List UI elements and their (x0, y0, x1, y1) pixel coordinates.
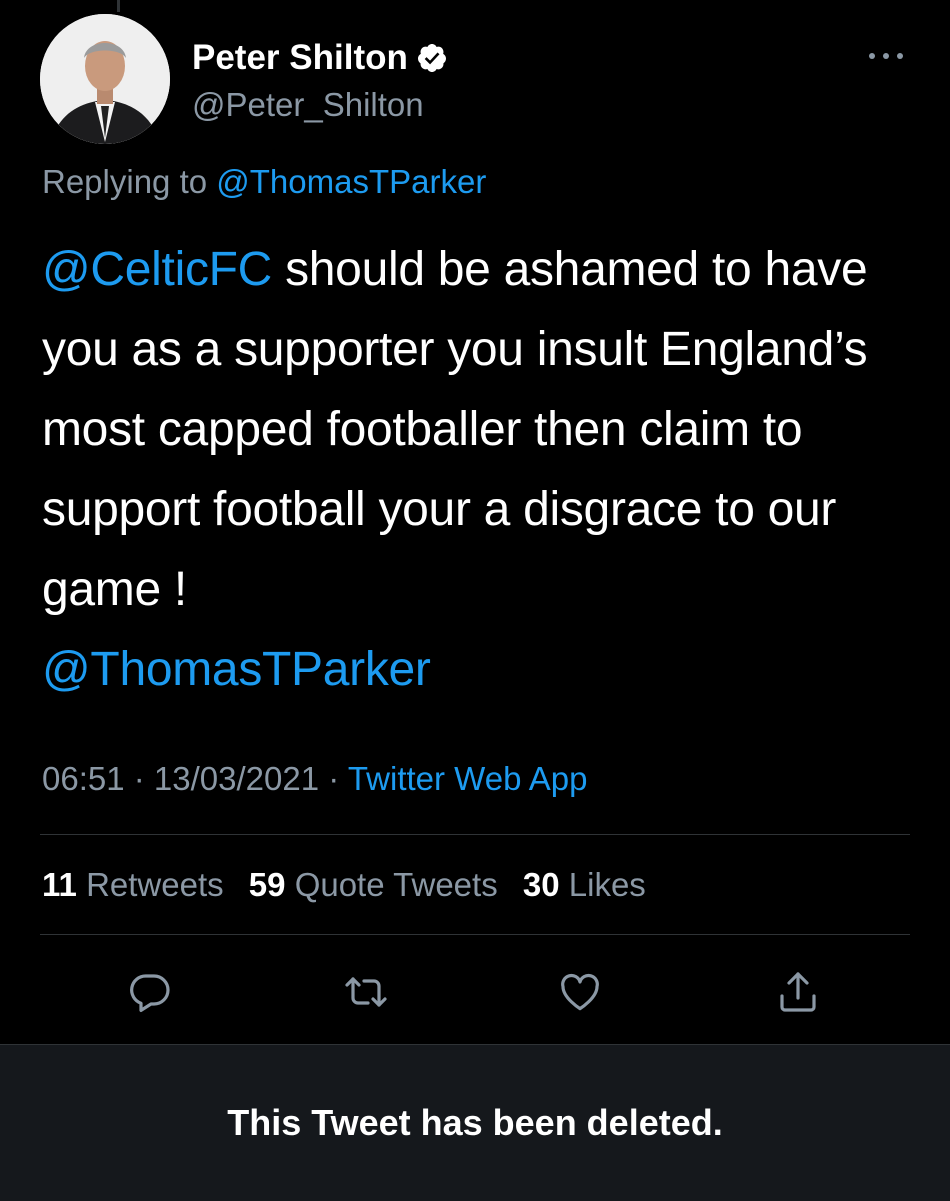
avatar[interactable] (40, 14, 170, 144)
likes-stat[interactable]: 30 Likes (523, 866, 646, 903)
heart-icon (561, 973, 599, 1011)
divider (40, 934, 910, 935)
deleted-tweet-banner: This Tweet has been deleted. (0, 1044, 950, 1201)
tweet-actions-bar (0, 962, 950, 1022)
author-name-row[interactable]: Peter Shilton (192, 38, 448, 78)
deleted-tweet-message: This Tweet has been deleted. (227, 1102, 723, 1143)
verified-badge-icon (417, 44, 446, 72)
retweets-label: Retweets (86, 866, 224, 903)
like-button[interactable] (550, 962, 610, 1022)
tweet-stats: 11 Retweets 59 Quote Tweets 30 Likes (42, 866, 662, 904)
quote-tweets-stat[interactable]: 59 Quote Tweets (249, 866, 498, 903)
reply-icon (130, 974, 170, 1012)
more-icon[interactable] (866, 44, 906, 68)
meta-separator: · (124, 760, 154, 797)
retweet-icon (345, 977, 387, 1007)
tweet-meta: 06:51 · 13/03/2021 · Twitter Web App (42, 760, 588, 798)
reply-button[interactable] (120, 962, 180, 1022)
quote-tweets-label: Quote Tweets (294, 866, 498, 903)
retweet-button[interactable] (336, 962, 396, 1022)
tweet-text: @CelticFC should be ashamed to have you … (42, 230, 922, 710)
retweets-stat[interactable]: 11 Retweets (42, 866, 224, 903)
likes-count: 30 (522, 866, 560, 903)
share-button[interactable] (768, 962, 828, 1022)
mention-celticfc-link[interactable]: @CelticFC (42, 243, 272, 296)
author-name[interactable]: Peter Shilton (192, 38, 408, 78)
tweet-time[interactable]: 06:51 (42, 760, 125, 797)
likes-label: Likes (568, 866, 646, 903)
retweets-count: 11 (42, 866, 77, 903)
replying-to-mention-link[interactable]: @ThomasTParker (216, 163, 486, 200)
mention-thomastparker-link[interactable]: @ThomasTParker (42, 643, 431, 696)
quote-tweets-count: 59 (248, 866, 286, 903)
tweet-date[interactable]: 13/03/2021 (154, 760, 319, 797)
thread-connector-line (117, 0, 120, 12)
meta-separator: · (319, 760, 348, 797)
share-icon (780, 972, 816, 1012)
replying-to-line: Replying to @ThomasTParker (42, 163, 486, 201)
tweet-source-link[interactable]: Twitter Web App (348, 760, 588, 797)
divider (40, 834, 910, 835)
tweet-body: should be ashamed to have you as a suppo… (42, 243, 868, 616)
avatar-photo (40, 14, 170, 144)
author-handle[interactable]: @Peter_Shilton (192, 86, 424, 124)
replying-to-label: Replying to (42, 163, 217, 200)
